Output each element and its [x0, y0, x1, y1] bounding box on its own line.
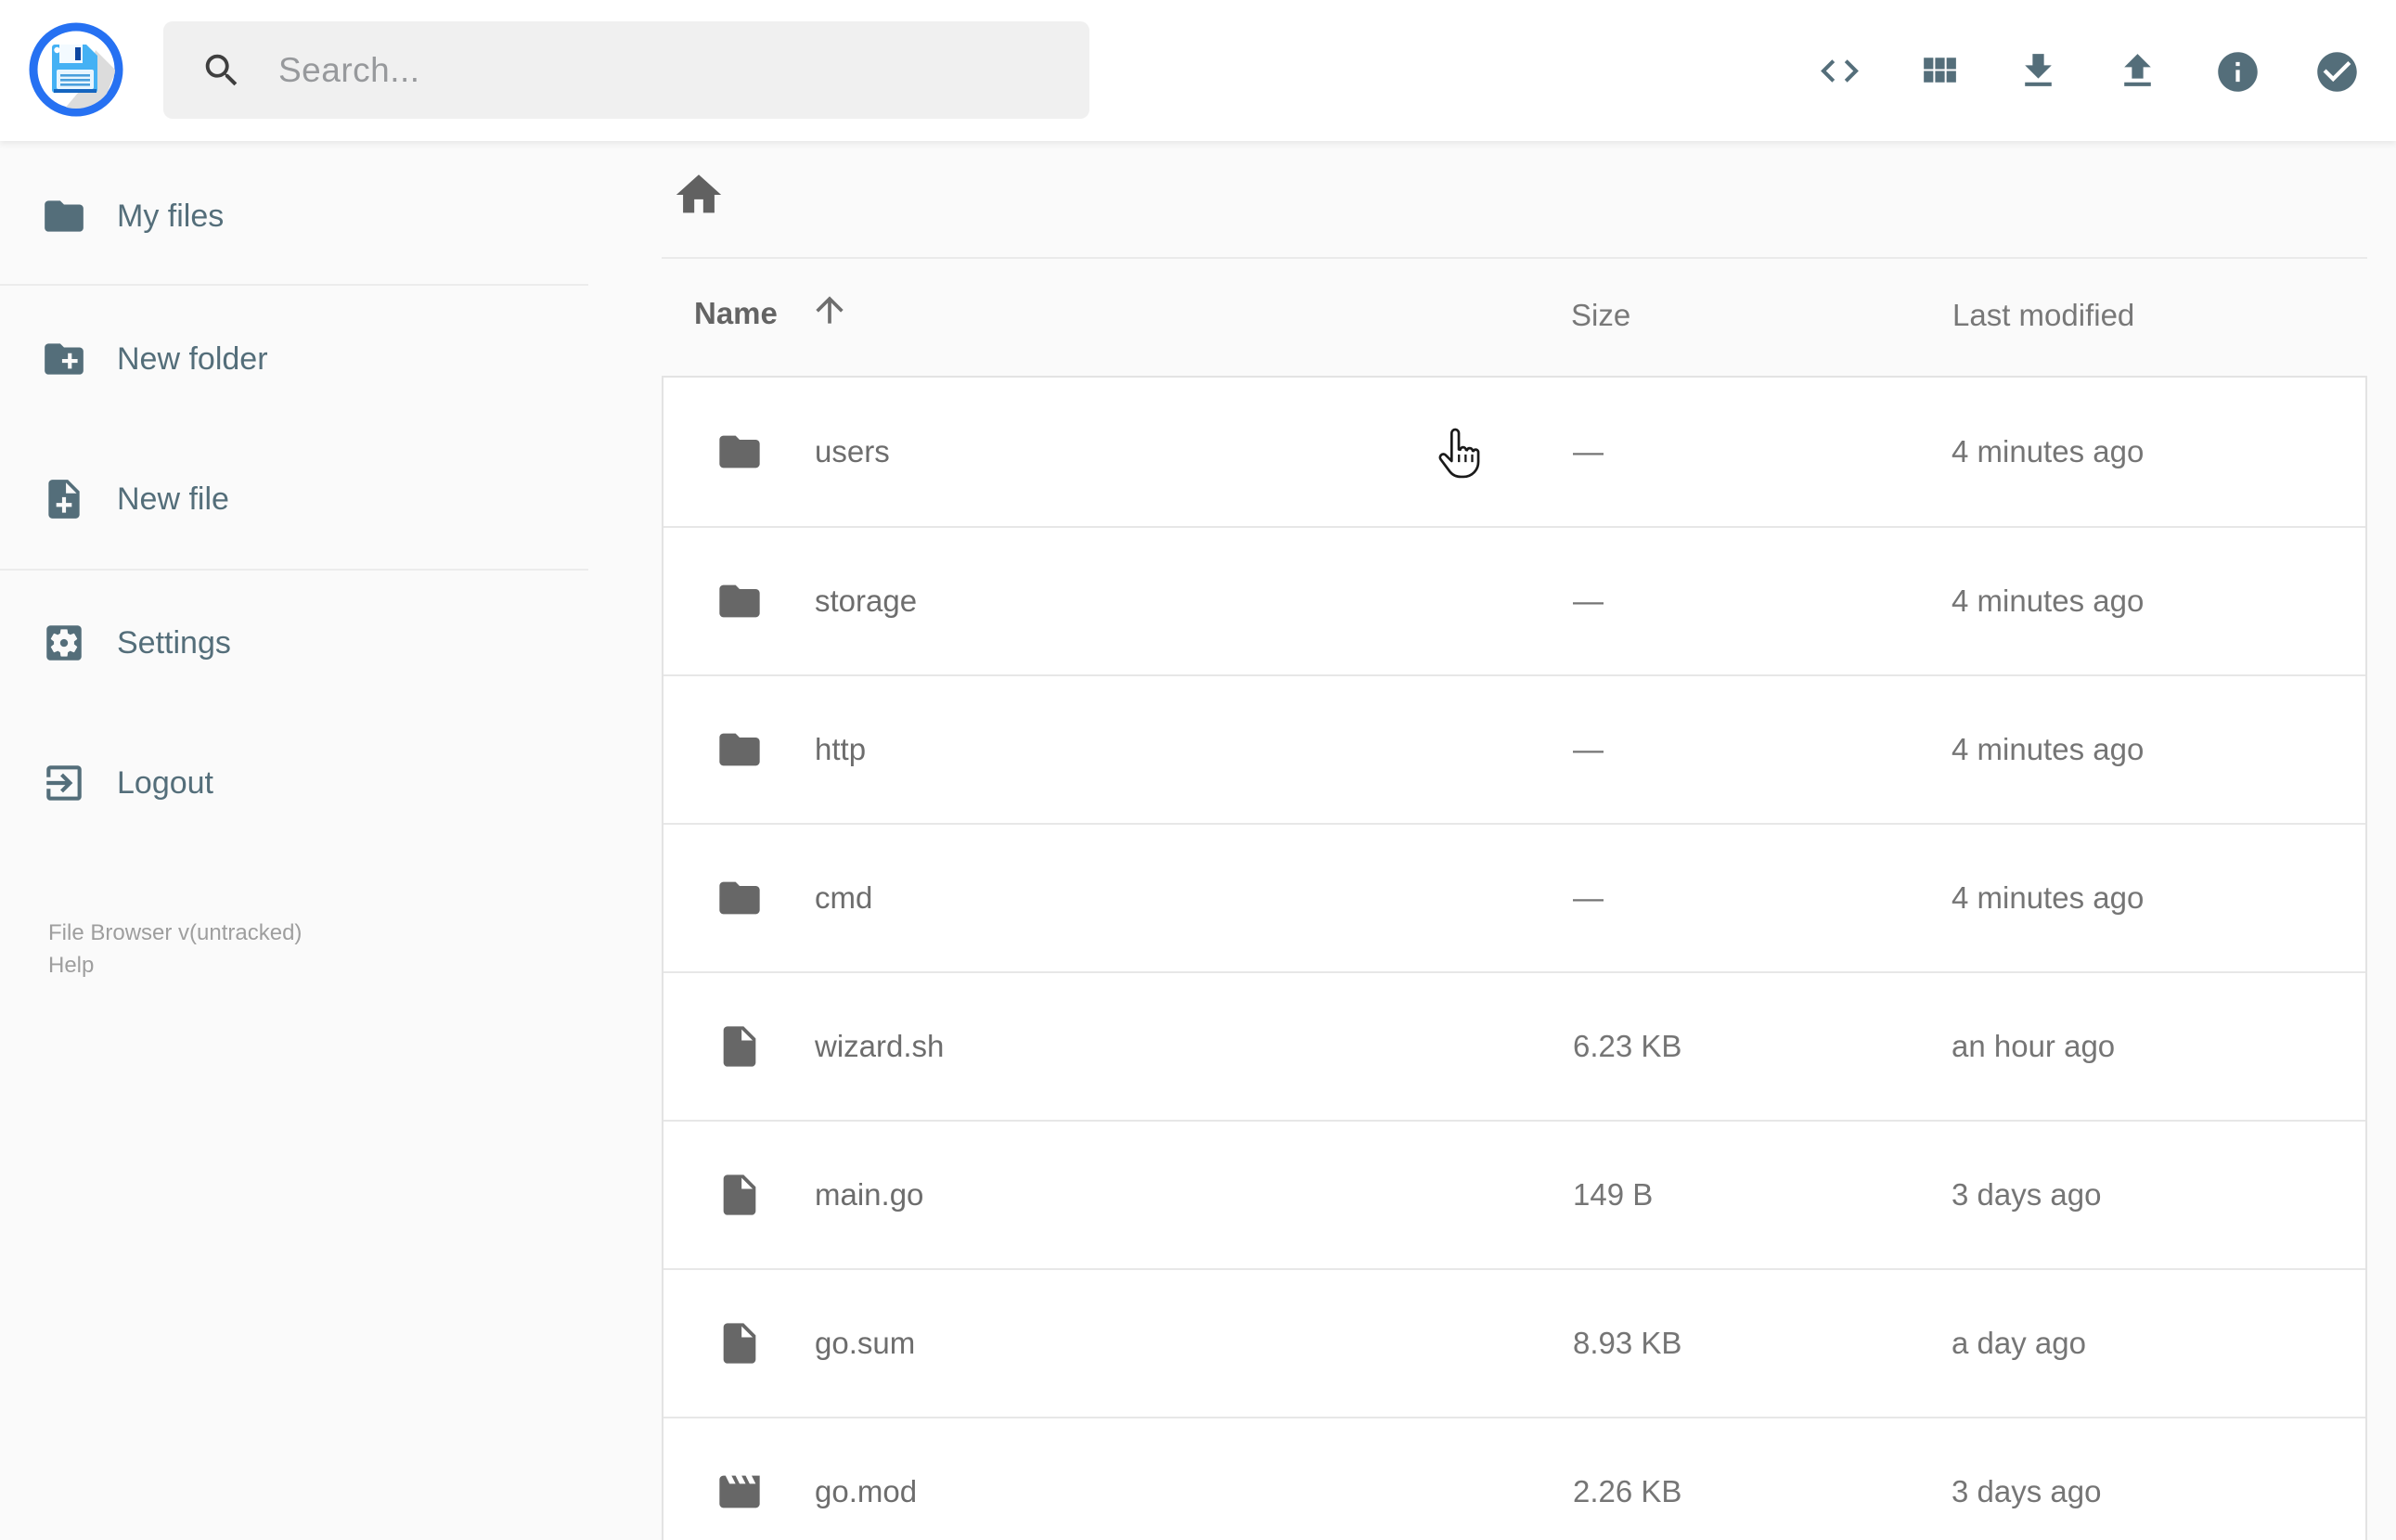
folder-icon [41, 193, 87, 239]
breadcrumb-divider [662, 257, 2367, 259]
info-icon[interactable] [2214, 48, 2260, 94]
top-bar: Search... [0, 0, 2396, 141]
file-modified: 4 minutes ago [1952, 434, 2145, 468]
file-size: 149 B [1573, 1177, 1654, 1212]
sidebar-divider [0, 284, 588, 286]
sidebar-item-label: My files [117, 198, 225, 234]
file-name: main.go [815, 1177, 924, 1212]
search-placeholder: Search... [278, 50, 420, 89]
new-file-icon [41, 476, 87, 522]
file-modified: 4 minutes ago [1952, 732, 2145, 766]
file-name: go.sum [815, 1326, 916, 1360]
file-name: storage [815, 584, 918, 618]
sidebar-item-logout[interactable]: Logout [0, 759, 588, 807]
toolbar-actions [1817, 0, 2359, 141]
sidebar-item-settings[interactable]: Settings [0, 619, 588, 667]
search-input[interactable]: Search... [163, 21, 1089, 119]
sidebar-item-label: Settings [117, 624, 231, 661]
table-row-go-sum[interactable]: go.sum 8.93 KB a day ago [663, 1268, 2365, 1417]
upload-icon[interactable] [2115, 48, 2160, 94]
version-text: File Browser v(untracked) [48, 920, 303, 945]
table-row-go-mod[interactable]: go.mod 2.26 KB 3 days ago [663, 1417, 2365, 1540]
file-modified: an hour ago [1952, 1029, 2116, 1063]
sidebar-item-new-folder[interactable]: New folder [0, 335, 588, 383]
file-icon [715, 1319, 764, 1367]
sidebar-footer: File Browser v(untracked) Help [48, 917, 302, 982]
movie-icon [715, 1468, 764, 1516]
file-size: — [1573, 732, 1604, 766]
folder-icon [715, 577, 764, 625]
file-size: 6.23 KB [1573, 1029, 1682, 1063]
file-name: http [815, 732, 867, 766]
search-icon [200, 49, 243, 92]
file-modified: 3 days ago [1952, 1474, 2102, 1508]
table-row-wizard-sh[interactable]: wizard.sh 6.23 KB an hour ago [663, 971, 2365, 1120]
folder-icon [715, 725, 764, 774]
file-icon [715, 1171, 764, 1219]
download-icon[interactable] [2016, 48, 2061, 94]
new-folder-icon [41, 336, 87, 382]
arrow-up-icon[interactable] [809, 289, 850, 330]
shell-code-icon[interactable] [1817, 48, 1862, 94]
file-listing: users — 4 minutes ago storage — 4 minute… [662, 376, 2367, 1540]
column-header-name[interactable]: Name [694, 296, 778, 331]
file-name: wizard.sh [815, 1029, 945, 1063]
column-header-modified[interactable]: Last modified [1952, 298, 2134, 333]
file-size: 2.26 KB [1573, 1474, 1682, 1508]
file-size: — [1573, 880, 1604, 915]
sidebar-item-new-file[interactable]: New file [0, 475, 588, 523]
grid-view-icon[interactable] [1916, 48, 1962, 94]
table-row-cmd[interactable]: cmd — 4 minutes ago [663, 823, 2365, 971]
help-link[interactable]: Help [48, 949, 302, 982]
file-size: 8.93 KB [1573, 1326, 1682, 1360]
folder-icon [715, 874, 764, 922]
table-row-storage[interactable]: storage — 4 minutes ago [663, 526, 2365, 674]
file-modified: 3 days ago [1952, 1177, 2102, 1212]
sidebar-item-label: Logout [117, 764, 213, 801]
file-icon [715, 1022, 764, 1071]
logout-icon [41, 760, 87, 806]
table-row-main-go[interactable]: main.go 149 B 3 days ago [663, 1120, 2365, 1268]
file-name: users [815, 434, 890, 468]
folder-icon [715, 428, 764, 476]
file-name: go.mod [815, 1474, 918, 1508]
file-modified: 4 minutes ago [1952, 584, 2145, 618]
sidebar: My files New folder New file Settings Lo… [0, 141, 588, 1540]
file-name: cmd [815, 880, 873, 915]
column-header-size[interactable]: Size [1571, 298, 1630, 333]
file-modified: a day ago [1952, 1326, 2086, 1360]
file-browser-logo[interactable] [28, 21, 124, 118]
home-breadcrumb-icon[interactable] [672, 168, 726, 222]
table-row-http[interactable]: http — 4 minutes ago [663, 674, 2365, 823]
settings-icon [41, 620, 87, 666]
sidebar-divider [0, 569, 588, 571]
file-size: — [1573, 434, 1604, 468]
file-size: — [1573, 584, 1604, 618]
sidebar-item-label: New folder [117, 340, 268, 377]
sidebar-item-my-files[interactable]: My files [0, 192, 588, 240]
sidebar-item-label: New file [117, 481, 229, 517]
file-modified: 4 minutes ago [1952, 880, 2145, 915]
check-circle-icon[interactable] [2313, 48, 2359, 94]
table-row-users[interactable]: users — 4 minutes ago [663, 378, 2365, 526]
